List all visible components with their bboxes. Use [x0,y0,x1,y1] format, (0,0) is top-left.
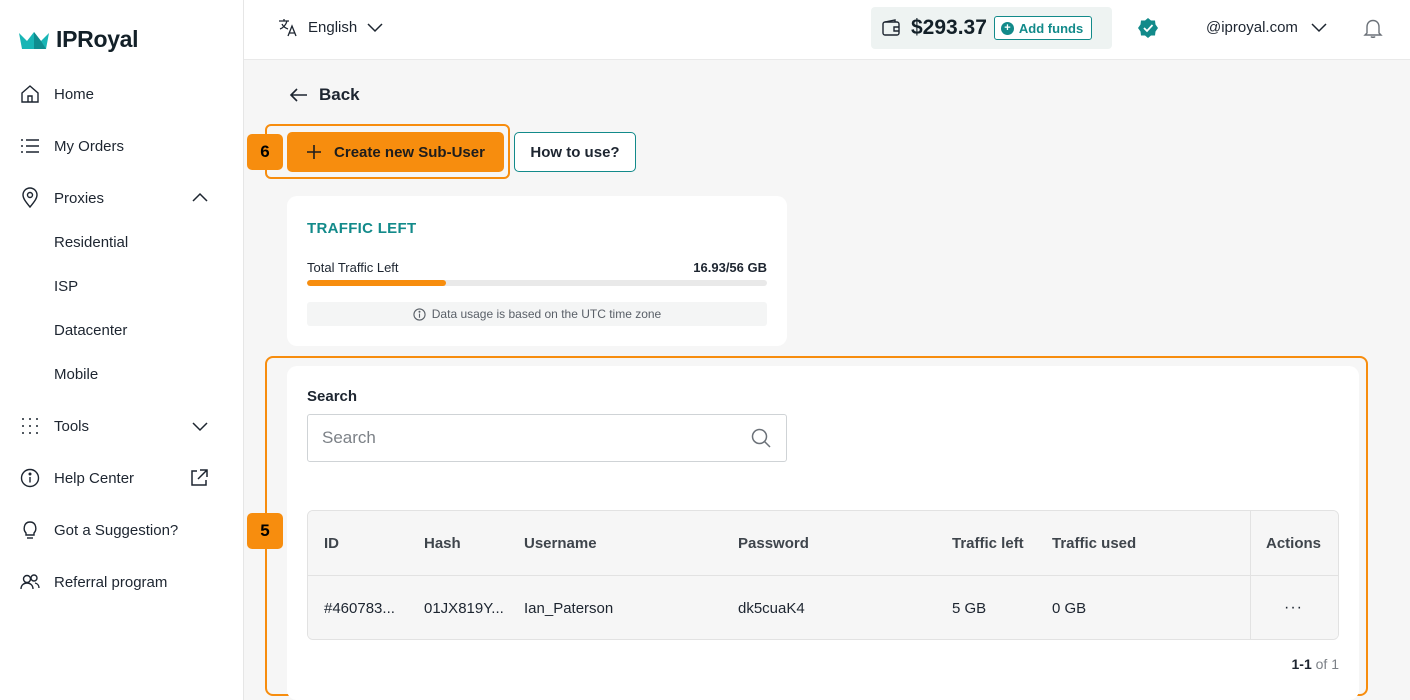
sidebar-item-suggestion[interactable]: Got a Suggestion? [18,508,228,552]
cell-id: #460783... [324,599,395,617]
location-pin-icon [18,186,42,210]
column-header-hash[interactable]: Hash [424,511,461,575]
create-sub-user-label: Create new Sub-User [334,143,485,161]
lightbulb-icon [18,518,42,542]
traffic-value: 16.93/56 GB [693,260,767,275]
traffic-label: Total Traffic Left [307,260,399,275]
utc-note: Data usage is based on the UTC time zone [307,302,767,326]
cell-hash: 01JX819Y... [424,599,504,617]
search-icon[interactable] [750,427,772,449]
sub-users-table: ID Hash Username Password Traffic left T… [307,510,1339,640]
column-header-username[interactable]: Username [524,511,597,575]
chevron-down-icon [1311,23,1327,33]
traffic-title: TRAFFIC LEFT [307,220,417,237]
sidebar-item-referral[interactable]: Referral program [18,560,228,604]
actions-column-divider [1250,511,1251,639]
sidebar-subitem-datacenter[interactable]: Datacenter [54,310,127,350]
crown-logo-icon [19,31,49,49]
plus-icon [307,145,322,159]
cell-traffic-used: 0 GB [1052,599,1087,617]
info-icon [413,307,426,321]
plus-circle-icon: + [1000,21,1014,35]
sidebar-subitem-isp[interactable]: ISP [54,266,78,306]
account-email: @iproyal.com [1206,18,1298,36]
column-header-password[interactable]: Password [738,511,809,575]
list-icon [18,134,42,158]
how-to-use-button[interactable]: How to use? [514,132,636,172]
sidebar-item-label: Proxies [54,189,105,207]
traffic-progress-fill [307,280,446,286]
verified-badge-icon[interactable] [1137,17,1159,39]
table-header: ID Hash Username Password Traffic left T… [308,511,1338,576]
users-icon [18,570,42,594]
balance-amount: $293.37 [911,16,987,39]
sidebar-item-help-center[interactable]: Help Center [18,456,228,500]
row-actions-menu-icon[interactable]: ··· [1284,576,1303,639]
brand-name: IPRoyal [56,26,139,52]
translate-icon [279,19,297,37]
sidebar: IPRoyal Home My Orders Proxies Residenti… [0,0,244,700]
column-header-traffic-left[interactable]: Traffic left [952,511,1024,575]
create-sub-user-button[interactable]: Create new Sub-User [287,132,504,172]
sidebar-item-label: Got a Suggestion? [54,521,179,539]
cell-username: Ian_Paterson [524,599,614,617]
add-funds-button[interactable]: + Add funds [993,16,1093,40]
sub-users-card: Search ID Hash Username Password Traffic… [287,366,1359,700]
chevron-up-icon [192,192,208,202]
cell-traffic-left: 5 GB [952,599,987,617]
pagination-range: 1-1 [1291,656,1312,672]
traffic-left-card: TRAFFIC LEFT Total Traffic Left 16.93/56… [287,196,787,346]
back-link[interactable]: Back [289,85,360,105]
account-menu[interactable]: @iproyal.com [1206,18,1328,36]
sidebar-item-label: Help Center [54,469,135,487]
step-badge-5: 5 [247,513,283,549]
chevron-down-icon [367,23,383,33]
info-icon [18,466,42,490]
wallet-balance: $293.37 + Add funds [871,7,1112,49]
utc-note-text: Data usage is based on the UTC time zone [431,307,662,321]
add-funds-label: Add funds [1018,20,1084,36]
pagination-info: 1-1 of 1 [1292,656,1339,672]
language-selector[interactable]: English [277,16,384,38]
column-header-traffic-used[interactable]: Traffic used [1052,511,1136,575]
pagination-total: of 1 [1315,656,1339,672]
traffic-progress-bar [307,280,767,286]
step-badge-6: 6 [247,134,283,170]
sidebar-item-label: My Orders [54,137,125,155]
cell-password: dk5cuaK4 [738,599,805,617]
sidebar-item-label: Home [54,85,95,103]
arrow-left-icon [289,88,307,102]
sidebar-item-label: Tools [54,417,90,435]
sidebar-item-home[interactable]: Home [18,72,228,116]
logo[interactable]: IPRoyal [18,26,139,53]
external-link-icon [191,469,208,486]
search-input[interactable] [322,428,750,448]
language-label: English [308,18,358,36]
wallet-icon [882,19,900,36]
column-header-actions: Actions [1266,534,1322,552]
grid-dots-icon [18,414,42,438]
sidebar-subitem-mobile[interactable]: Mobile [54,354,98,394]
back-label: Back [319,85,360,104]
table-row[interactable]: #460783... 01JX819Y... Ian_Paterson dk5c… [308,576,1338,639]
column-header-id[interactable]: ID [324,511,339,575]
home-icon [18,82,42,106]
sidebar-item-proxies[interactable]: Proxies [18,176,228,220]
chevron-down-icon [192,422,208,432]
sidebar-item-label: Referral program [54,573,168,591]
topbar: English $293.37 + Add funds @iproyal.com [244,0,1410,60]
sidebar-subitem-residential[interactable]: Residential [54,222,128,262]
sidebar-item-my-orders[interactable]: My Orders [18,124,228,168]
bell-icon[interactable] [1362,17,1384,39]
search-label: Search [307,388,358,405]
search-box[interactable] [307,414,787,462]
sidebar-item-tools[interactable]: Tools [18,404,228,448]
